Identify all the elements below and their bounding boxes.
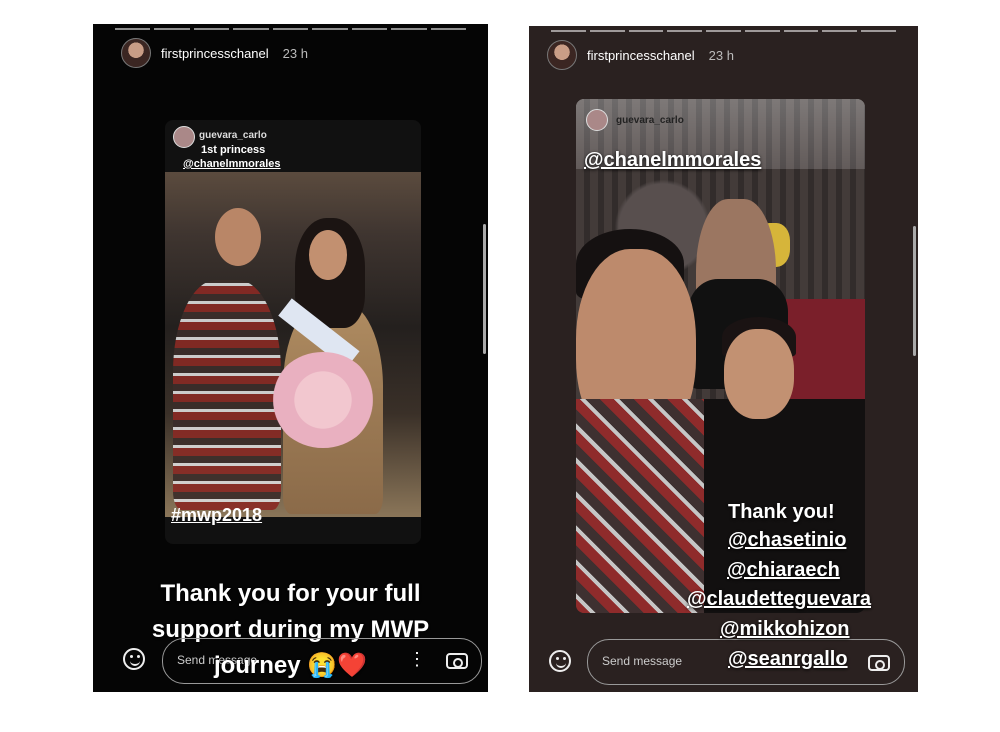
tag-1[interactable]: @chasetinio [728, 529, 846, 552]
embed-avatar [173, 126, 195, 148]
progress-bar [115, 28, 466, 30]
progress-bar [551, 30, 897, 32]
story-header: firstprincesschanel 23 h [121, 38, 308, 68]
photo [165, 172, 421, 517]
scroll-indicator [483, 224, 486, 354]
story-right[interactable]: firstprincesschanel 23 h guevara_carlo @… [529, 26, 918, 692]
tag-4[interactable]: @mikkohizon [720, 618, 850, 641]
username[interactable]: firstprincesschanel [587, 48, 695, 63]
tag-3[interactable]: @claudetteguevara [687, 588, 871, 611]
scroll-indicator [913, 226, 916, 356]
more-options-icon[interactable]: ⋮ [408, 650, 426, 668]
story-left[interactable]: firstprincesschanel 23 h guevara_carlo 1… [93, 24, 488, 692]
post-time: 23 h [282, 45, 308, 61]
red-seats [786, 299, 865, 399]
thanks-text: Thank you! [728, 501, 835, 523]
avatar[interactable] [121, 38, 151, 68]
post-time: 23 h [708, 47, 734, 63]
man-head [215, 208, 261, 266]
mention-top[interactable]: @chanelmmorales [584, 149, 761, 172]
bouquet [271, 352, 375, 448]
embed-username: guevara_carlo [616, 115, 684, 126]
shared-story-card[interactable]: guevara_carlo 1st princess @chanelmmoral… [165, 120, 421, 544]
woman-face [309, 230, 347, 280]
message-line-3: journey 😭❤️ [213, 652, 368, 679]
story-header: firstprincesschanel 23 h [547, 40, 734, 70]
message-line-1: Thank you for your full [160, 580, 421, 607]
embed-caption-line2: @chanelmmorales [183, 158, 281, 170]
camera-icon[interactable] [446, 653, 468, 669]
send-message-placeholder: Send message [602, 654, 683, 668]
emoji-icon[interactable] [549, 650, 571, 672]
embed-caption-line1: 1st princess [201, 144, 266, 156]
avatar[interactable] [547, 40, 577, 70]
embed-username: guevara_carlo [199, 130, 267, 141]
boy-face [724, 329, 794, 419]
username[interactable]: firstprincesschanel [161, 46, 269, 61]
man-figure [173, 280, 281, 510]
tag-5[interactable]: @seanrgallo [728, 648, 848, 671]
embed-avatar [586, 109, 608, 131]
camera-icon[interactable] [868, 655, 890, 671]
tag-2[interactable]: @chiaraech [727, 559, 840, 582]
hashtag[interactable]: #mwp2018 [171, 505, 262, 526]
